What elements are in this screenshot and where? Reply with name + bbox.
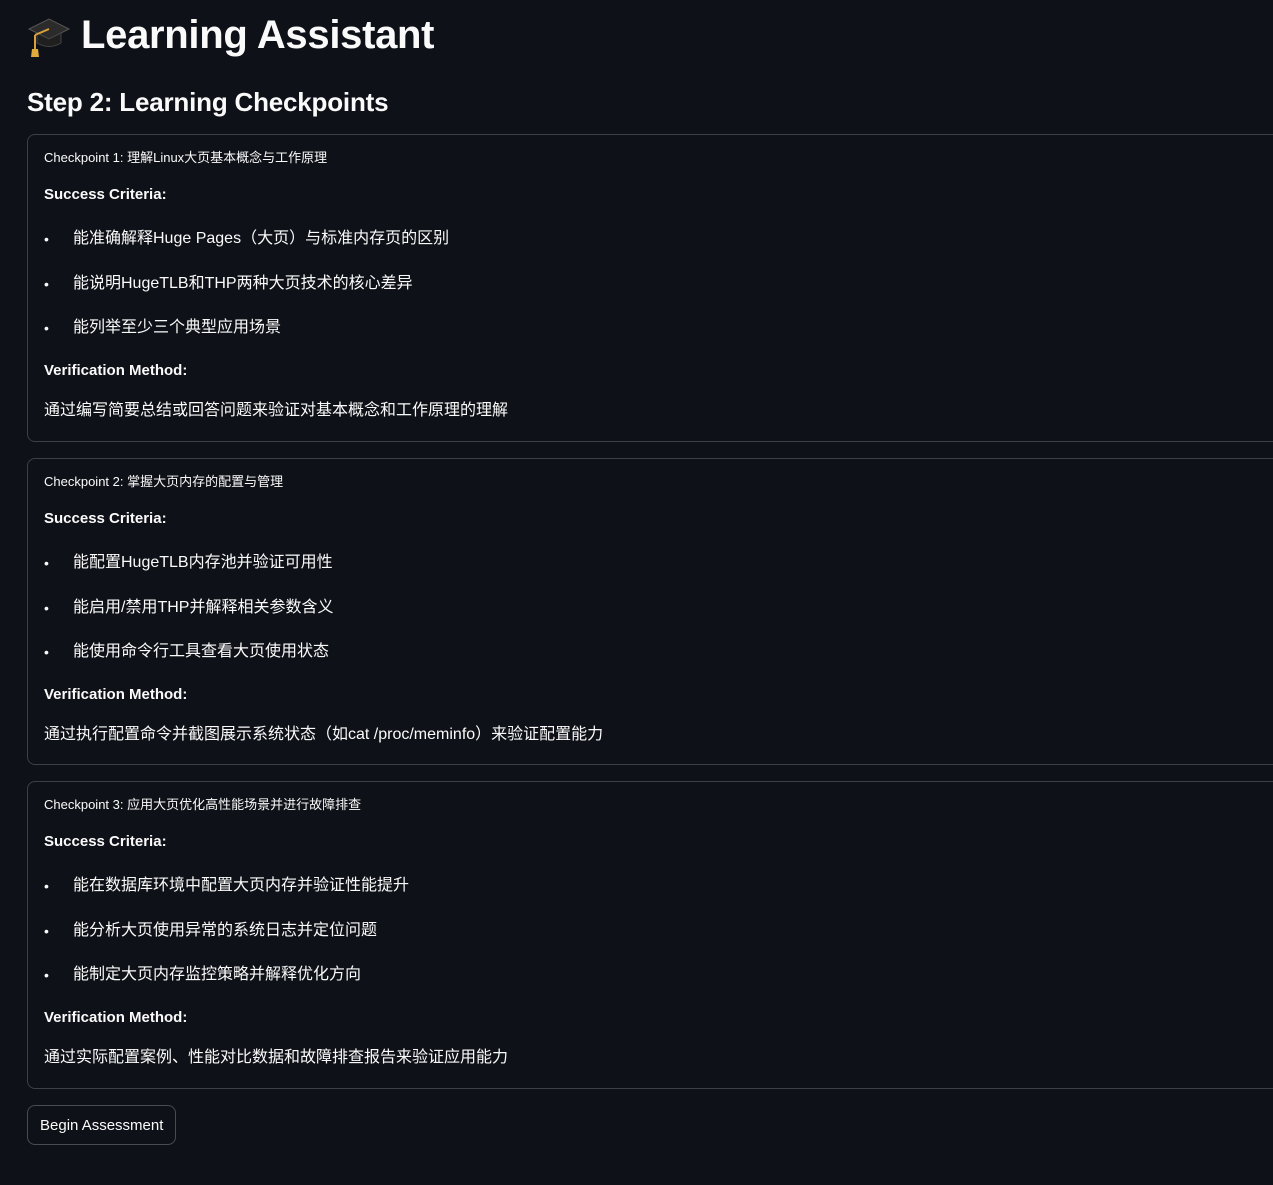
criteria-item: • 能启用/禁用THP并解释相关参数含义: [44, 597, 333, 619]
criteria-item: • 能在数据库环境中配置大页内存并验证性能提升: [44, 875, 409, 897]
criteria-item: • 能使用命令行工具查看大页使用状态: [44, 641, 329, 663]
checkpoint-title: Checkpoint 1: 理解Linux大页基本概念与工作原理: [44, 150, 328, 165]
bullet-icon: •: [44, 320, 49, 336]
app-title: Learning Assistant: [81, 13, 435, 57]
criteria-text: 能准确解释Huge Pages（大页）与标准内存页的区别: [73, 230, 450, 247]
verification-method-label: Verification Method:: [44, 362, 188, 379]
bullet-icon: •: [44, 644, 49, 660]
checkpoint-card: Checkpoint 1: 理解Linux大页基本概念与工作原理 Success…: [27, 134, 1273, 442]
checkpoint-title: Checkpoint 3: 应用大页优化高性能场景并进行故障排查: [44, 797, 362, 812]
bullet-icon: •: [44, 923, 49, 939]
verification-method-label: Verification Method:: [44, 686, 188, 703]
criteria-text: 能列举至少三个典型应用场景: [73, 319, 282, 336]
verification-method-text: 通过编写简要总结或回答问题来验证对基本概念和工作原理的理解: [44, 402, 509, 419]
app-root: Learning Assistant Step 2: Learning Chec…: [0, 0, 1273, 1185]
checkpoint-title: Checkpoint 2: 掌握大页内存的配置与管理: [44, 474, 284, 489]
criteria-item: • 能列举至少三个典型应用场景: [44, 317, 281, 339]
criteria-text: 能使用命令行工具查看大页使用状态: [73, 643, 330, 660]
bullet-icon: •: [44, 555, 49, 571]
success-criteria-label: Success Criteria:: [44, 510, 167, 527]
criteria-text: 能分析大页使用异常的系统日志并定位问题: [73, 922, 378, 939]
checkpoint-card: Checkpoint 3: 应用大页优化高性能场景并进行故障排查 Success…: [27, 781, 1273, 1089]
criteria-item: • 能说明HugeTLB和THP两种大页技术的核心差异: [44, 273, 413, 295]
criteria-text: 能在数据库环境中配置大页内存并验证性能提升: [73, 877, 410, 894]
criteria-item: • 能准确解释Huge Pages（大页）与标准内存页的区别: [44, 228, 449, 250]
criteria-text: 能说明HugeTLB和THP两种大页技术的核心差异: [73, 275, 413, 292]
graduation-cap-icon: [27, 13, 71, 57]
verification-method-text: 通过执行配置命令并截图展示系统状态（如cat /proc/meminfo）来验证…: [44, 726, 604, 743]
criteria-text: 能启用/禁用THP并解释相关参数含义: [73, 599, 334, 616]
criteria-text: 能配置HugeTLB内存池并验证可用性: [73, 554, 333, 571]
success-criteria-label: Success Criteria:: [44, 186, 167, 203]
begin-assessment-button[interactable]: Begin Assessment: [27, 1105, 177, 1145]
bullet-icon: •: [44, 878, 49, 894]
verification-method-text: 通过实际配置案例、性能对比数据和故障排查报告来验证应用能力: [44, 1049, 509, 1066]
bullet-icon: •: [44, 967, 49, 983]
criteria-text: 能制定大页内存监控策略并解释优化方向: [73, 966, 362, 983]
verification-method-label: Verification Method:: [44, 1009, 188, 1026]
criteria-item: • 能分析大页使用异常的系统日志并定位问题: [44, 920, 377, 942]
criteria-item: • 能制定大页内存监控策略并解释优化方向: [44, 964, 361, 986]
criteria-item: • 能配置HugeTLB内存池并验证可用性: [44, 552, 333, 574]
app-header: Learning Assistant: [27, 8, 435, 62]
section-title: Step 2: Learning Checkpoints: [27, 87, 389, 117]
success-criteria-label: Success Criteria:: [44, 833, 167, 850]
bullet-icon: •: [44, 231, 49, 247]
bullet-icon: •: [44, 276, 49, 292]
checkpoint-card: Checkpoint 2: 掌握大页内存的配置与管理 Success Crite…: [27, 458, 1273, 765]
bullet-icon: •: [44, 600, 49, 616]
